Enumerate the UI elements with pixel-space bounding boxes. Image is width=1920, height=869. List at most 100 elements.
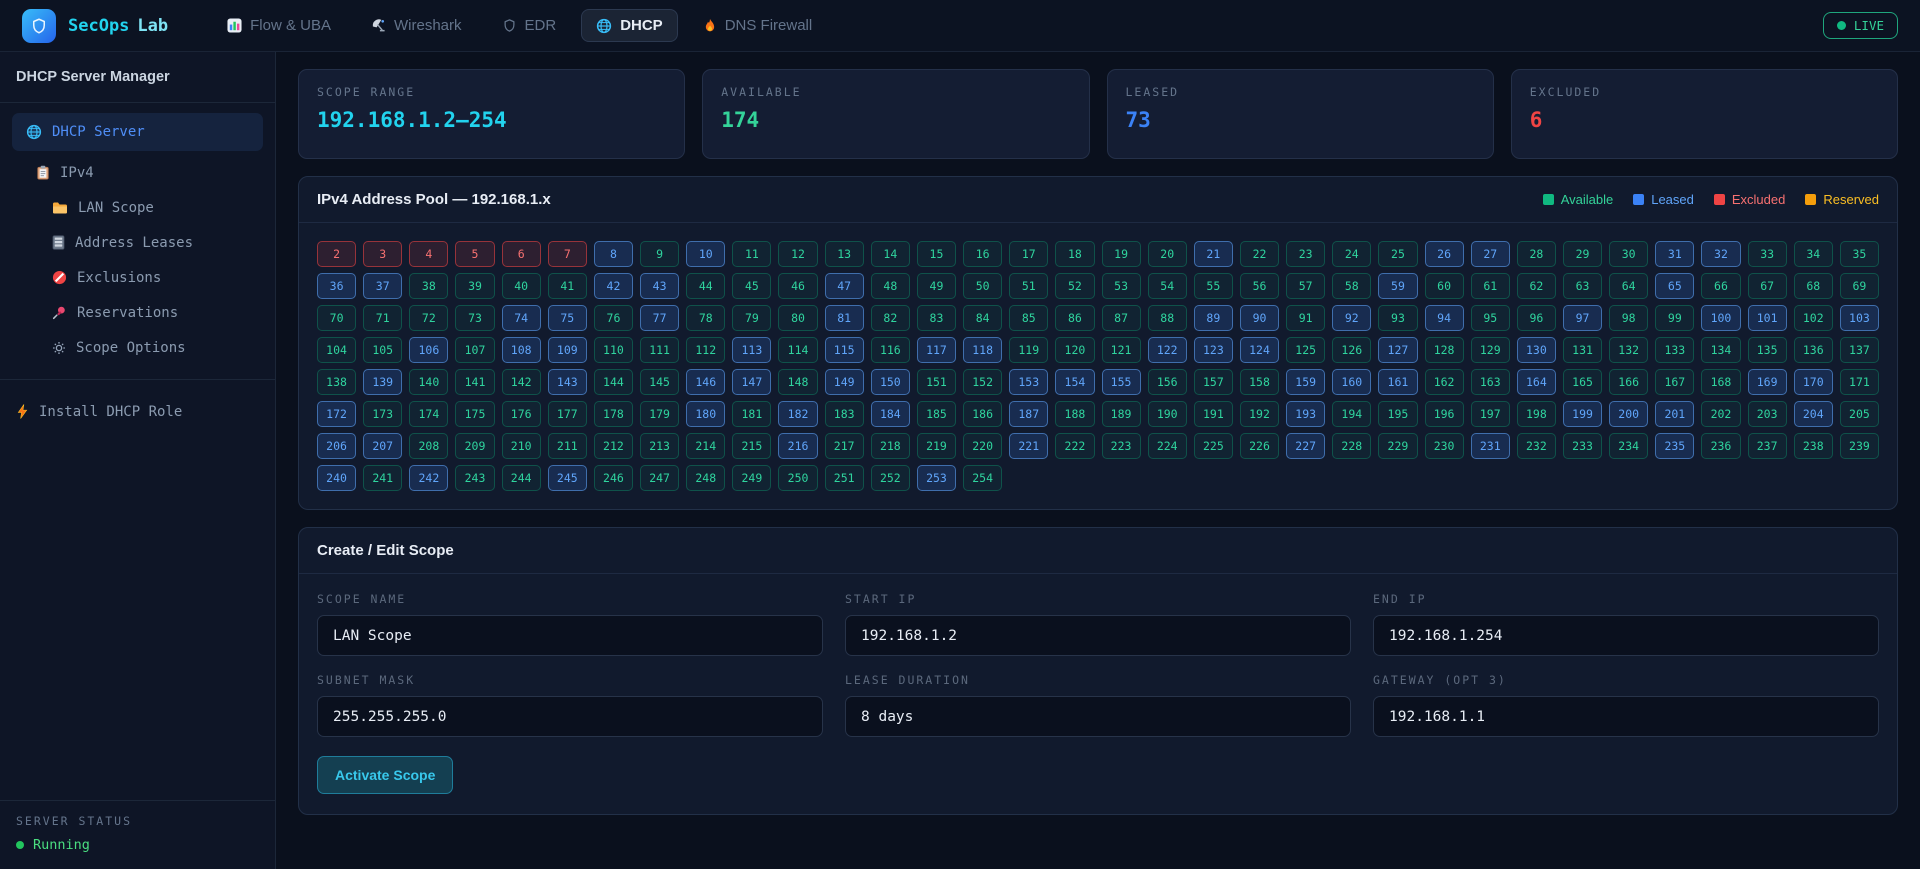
ip-cell-211[interactable]: 211	[547, 433, 587, 459]
ip-cell-219[interactable]: 219	[916, 433, 957, 459]
ip-cell-115[interactable]: 115	[824, 337, 864, 363]
ip-cell-131[interactable]: 131	[1562, 337, 1603, 363]
ip-cell-71[interactable]: 71	[363, 305, 403, 331]
ip-cell-119[interactable]: 119	[1009, 337, 1049, 363]
ip-cell-231[interactable]: 231	[1470, 433, 1510, 459]
ip-cell-136[interactable]: 136	[1793, 337, 1833, 363]
ip-cell-189[interactable]: 189	[1101, 401, 1141, 427]
ip-cell-120[interactable]: 120	[1055, 337, 1095, 363]
ip-cell-62[interactable]: 62	[1516, 273, 1556, 299]
ip-cell-205[interactable]: 205	[1839, 401, 1879, 427]
ip-cell-194[interactable]: 194	[1332, 401, 1372, 427]
ip-cell-85[interactable]: 85	[1009, 305, 1049, 331]
ip-cell-55[interactable]: 55	[1193, 273, 1233, 299]
ip-cell-61[interactable]: 61	[1470, 273, 1510, 299]
ip-cell-199[interactable]: 199	[1562, 401, 1603, 427]
ip-cell-19[interactable]: 19	[1101, 241, 1141, 267]
ip-cell-135[interactable]: 135	[1747, 337, 1787, 363]
ip-cell-160[interactable]: 160	[1332, 369, 1372, 395]
ip-cell-218[interactable]: 218	[870, 433, 910, 459]
ip-cell-252[interactable]: 252	[870, 465, 910, 491]
ip-cell-34[interactable]: 34	[1793, 241, 1833, 267]
ip-cell-200[interactable]: 200	[1609, 401, 1649, 427]
ip-cell-82[interactable]: 82	[870, 305, 910, 331]
ip-cell-5[interactable]: 5	[455, 241, 495, 267]
ip-cell-89[interactable]: 89	[1193, 305, 1233, 331]
ip-cell-98[interactable]: 98	[1609, 305, 1649, 331]
ip-cell-23[interactable]: 23	[1286, 241, 1326, 267]
ip-cell-126[interactable]: 126	[1332, 337, 1372, 363]
ip-cell-155[interactable]: 155	[1101, 369, 1141, 395]
ip-cell-44[interactable]: 44	[686, 273, 726, 299]
ip-cell-148[interactable]: 148	[778, 369, 818, 395]
ip-cell-112[interactable]: 112	[686, 337, 726, 363]
ip-cell-108[interactable]: 108	[501, 337, 541, 363]
ip-cell-161[interactable]: 161	[1378, 369, 1418, 395]
ip-cell-100[interactable]: 100	[1701, 305, 1741, 331]
ip-cell-111[interactable]: 111	[640, 337, 680, 363]
ip-cell-40[interactable]: 40	[501, 273, 541, 299]
ip-cell-51[interactable]: 51	[1009, 273, 1049, 299]
sidebar-item-dhcp-server[interactable]: DHCP Server	[12, 113, 263, 151]
ip-cell-32[interactable]: 32	[1701, 241, 1741, 267]
sidebar-item-exclusions[interactable]: Exclusions	[0, 260, 275, 295]
ip-cell-35[interactable]: 35	[1839, 241, 1879, 267]
ip-cell-129[interactable]: 129	[1470, 337, 1510, 363]
ip-cell-235[interactable]: 235	[1655, 433, 1695, 459]
ip-cell-20[interactable]: 20	[1147, 241, 1187, 267]
ip-cell-91[interactable]: 91	[1286, 305, 1326, 331]
ip-cell-145[interactable]: 145	[640, 369, 680, 395]
ip-cell-12[interactable]: 12	[778, 241, 818, 267]
ip-cell-232[interactable]: 232	[1516, 433, 1556, 459]
ip-cell-173[interactable]: 173	[363, 401, 403, 427]
ip-cell-27[interactable]: 27	[1470, 241, 1510, 267]
ip-cell-196[interactable]: 196	[1424, 401, 1464, 427]
ip-cell-49[interactable]: 49	[916, 273, 957, 299]
ip-cell-191[interactable]: 191	[1193, 401, 1233, 427]
ip-cell-15[interactable]: 15	[916, 241, 957, 267]
ip-cell-150[interactable]: 150	[870, 369, 910, 395]
ip-cell-67[interactable]: 67	[1747, 273, 1787, 299]
ip-cell-143[interactable]: 143	[547, 369, 587, 395]
ip-cell-118[interactable]: 118	[963, 337, 1003, 363]
ip-cell-253[interactable]: 253	[916, 465, 957, 491]
ip-cell-3[interactable]: 3	[363, 241, 403, 267]
ip-cell-140[interactable]: 140	[409, 369, 449, 395]
sidebar-item-address-leases[interactable]: Address Leases	[0, 225, 275, 260]
ip-cell-59[interactable]: 59	[1378, 273, 1418, 299]
ip-cell-128[interactable]: 128	[1424, 337, 1464, 363]
ip-cell-190[interactable]: 190	[1147, 401, 1187, 427]
ip-cell-233[interactable]: 233	[1562, 433, 1603, 459]
ip-cell-158[interactable]: 158	[1239, 369, 1280, 395]
ip-cell-95[interactable]: 95	[1470, 305, 1510, 331]
ip-cell-93[interactable]: 93	[1378, 305, 1418, 331]
ip-cell-80[interactable]: 80	[778, 305, 818, 331]
ip-cell-87[interactable]: 87	[1101, 305, 1141, 331]
ip-cell-69[interactable]: 69	[1839, 273, 1879, 299]
ip-cell-22[interactable]: 22	[1239, 241, 1280, 267]
ip-cell-215[interactable]: 215	[732, 433, 772, 459]
ip-cell-201[interactable]: 201	[1655, 401, 1695, 427]
ip-cell-92[interactable]: 92	[1332, 305, 1372, 331]
ip-cell-7[interactable]: 7	[547, 241, 587, 267]
ip-cell-146[interactable]: 146	[686, 369, 726, 395]
ip-cell-97[interactable]: 97	[1562, 305, 1603, 331]
sidebar-item-ipv4[interactable]: IPv4	[0, 155, 275, 190]
ip-cell-147[interactable]: 147	[732, 369, 772, 395]
ip-cell-104[interactable]: 104	[317, 337, 357, 363]
gateway-input[interactable]	[1373, 696, 1879, 737]
ip-cell-169[interactable]: 169	[1747, 369, 1787, 395]
ip-cell-50[interactable]: 50	[963, 273, 1003, 299]
ip-cell-141[interactable]: 141	[455, 369, 495, 395]
ip-cell-121[interactable]: 121	[1101, 337, 1141, 363]
ip-cell-56[interactable]: 56	[1239, 273, 1280, 299]
tab-wireshark[interactable]: Wireshark	[356, 9, 477, 42]
ip-cell-251[interactable]: 251	[824, 465, 864, 491]
ip-cell-58[interactable]: 58	[1332, 273, 1372, 299]
ip-cell-138[interactable]: 138	[317, 369, 357, 395]
ip-cell-68[interactable]: 68	[1793, 273, 1833, 299]
ip-cell-163[interactable]: 163	[1470, 369, 1510, 395]
ip-cell-18[interactable]: 18	[1055, 241, 1095, 267]
ip-cell-248[interactable]: 248	[686, 465, 726, 491]
ip-cell-64[interactable]: 64	[1609, 273, 1649, 299]
